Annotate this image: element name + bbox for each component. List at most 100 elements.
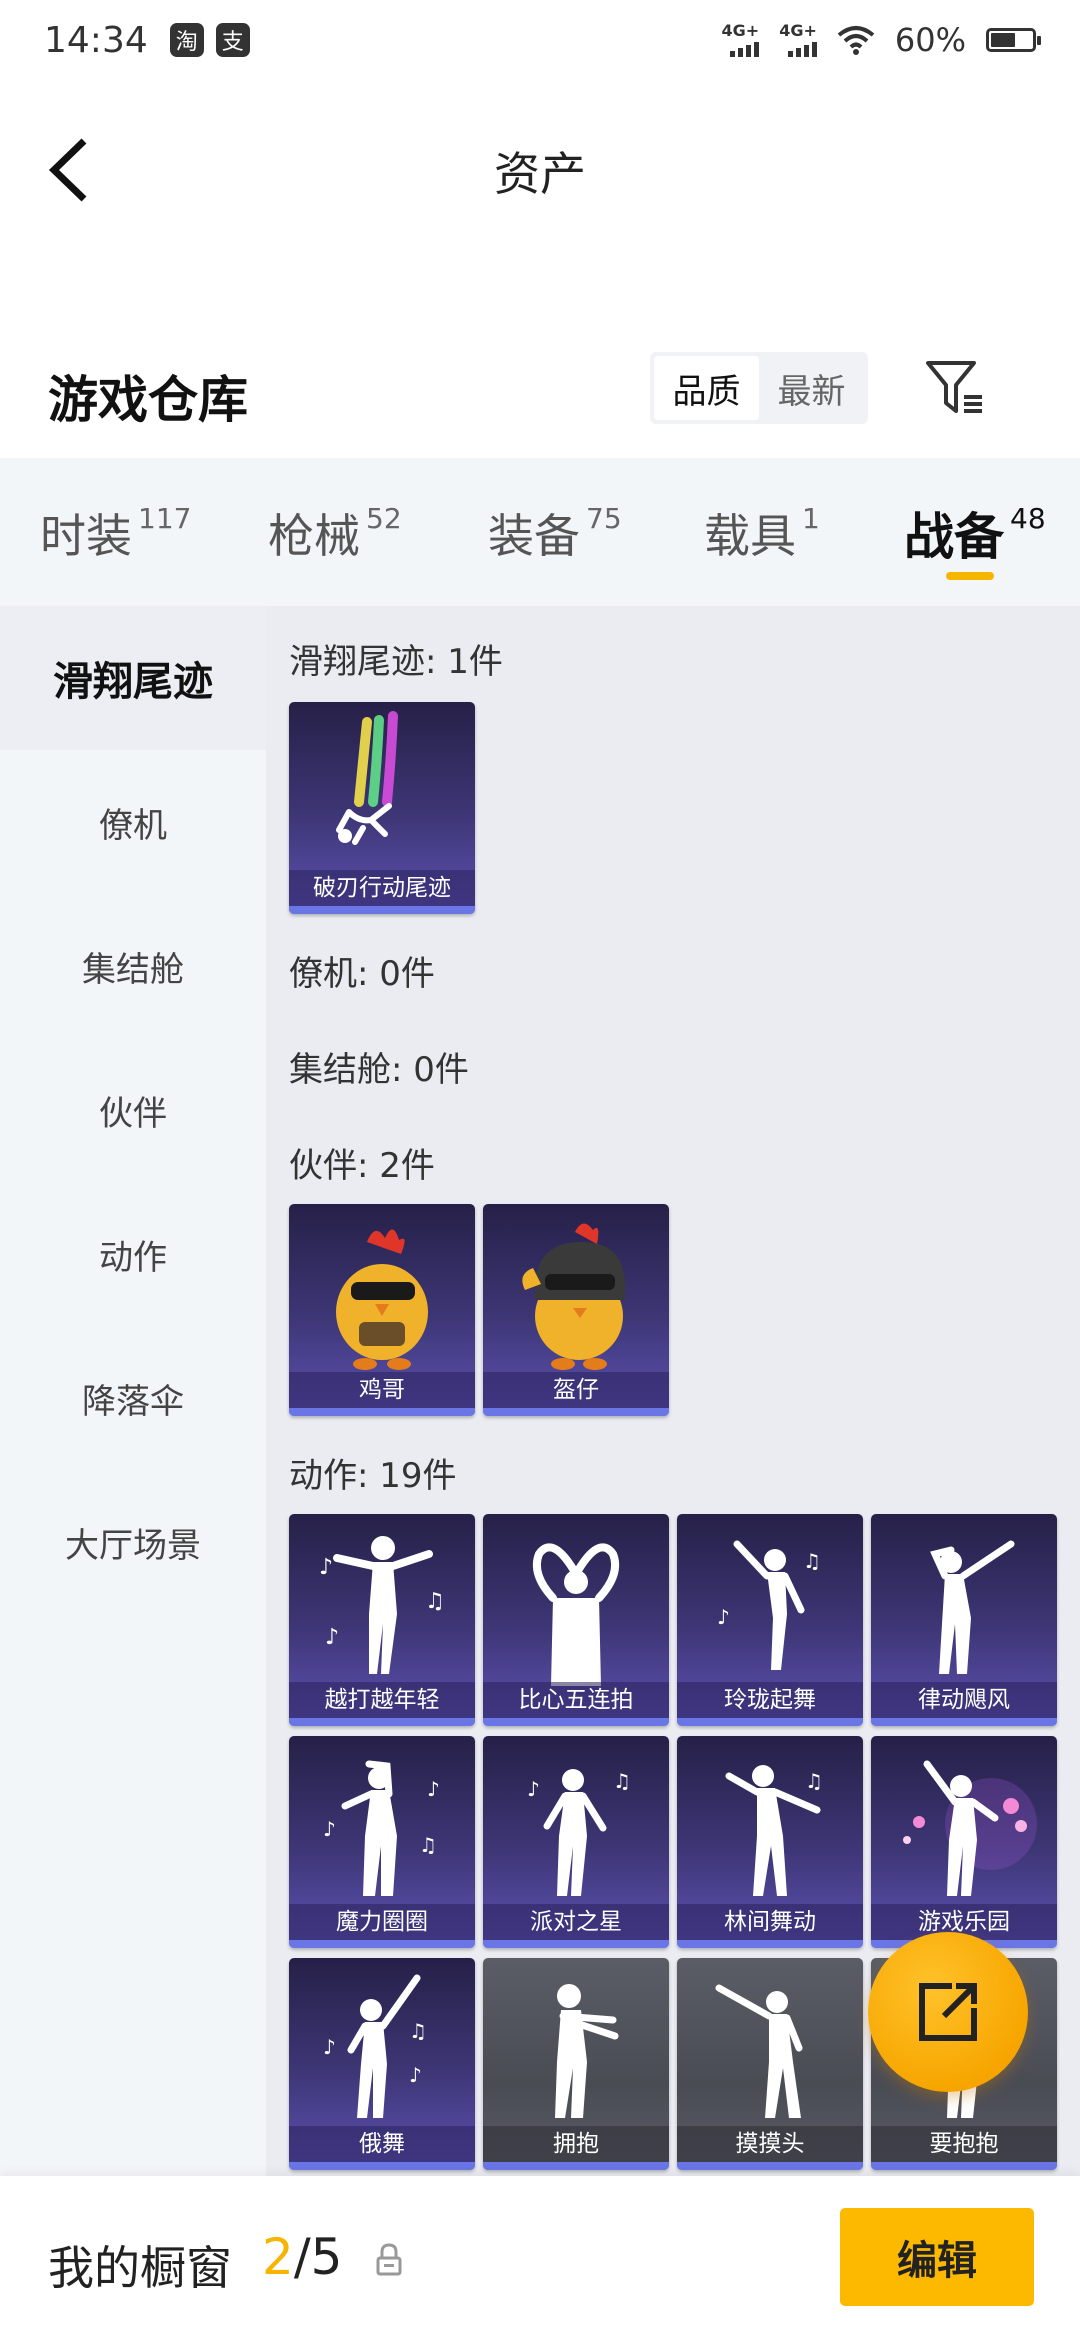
showcase-label: 我的橱窗 <box>48 2241 232 2295</box>
item-label: 林间舞动 <box>677 1904 863 1940</box>
sidebar-item-emote[interactable]: 动作 <box>0 1182 266 1326</box>
svg-text:♪: ♪ <box>323 2035 336 2059</box>
svg-text:♫: ♫ <box>803 1549 821 1573</box>
svg-text:♪: ♪ <box>717 1605 730 1629</box>
share-icon <box>919 1983 977 2041</box>
pat-head-figure <box>715 1984 803 2118</box>
section-title-emote: 动作: 19件 <box>289 1456 457 1496</box>
sidebar: 滑翔尾迹 僚机 集结舱 伙伴 动作 降落伞 大厅场景 <box>0 606 266 2176</box>
item-card[interactable]: ♪ ♫ ♪ 俄舞 <box>289 1958 475 2170</box>
svg-text:♪: ♪ <box>325 1625 339 1650</box>
item-label: 越打越年轻 <box>289 1682 475 1718</box>
sidebar-item-assembly-pod[interactable]: 集结舱 <box>0 894 266 1038</box>
dancer-figure <box>903 1760 1037 1896</box>
edit-button[interactable]: 编辑 <box>840 2208 1034 2306</box>
item-card[interactable]: ♪ ♫ ♪ 魔力圈圈 <box>289 1736 475 1948</box>
filter-icon <box>926 361 982 413</box>
dancer-figure: ♪ ♫ ♪ <box>319 1536 445 1674</box>
section-title-assembly-pod: 集结舱: 0件 <box>289 1050 469 1090</box>
tab-equipment[interactable]: 装备 75 <box>488 500 622 566</box>
svg-text:♪: ♪ <box>527 1777 540 1801</box>
sort-toggle: 品质 最新 <box>650 352 868 424</box>
item-card[interactable]: 破刃行动尾迹 <box>289 702 475 914</box>
lock-icon <box>376 2243 402 2276</box>
dancer-figure <box>930 1540 1015 1674</box>
svg-text:♪: ♪ <box>427 1777 440 1801</box>
alipay-icon: 支 <box>215 23 250 57</box>
item-card[interactable]: ♫ 林间舞动 <box>677 1736 863 1948</box>
item-label: 拥抱 <box>483 2126 669 2162</box>
item-card[interactable]: 鸡哥 <box>289 1204 475 1416</box>
item-card[interactable]: 盔仔 <box>483 1204 669 1416</box>
item-label: 俄舞 <box>289 2126 475 2162</box>
sidebar-item-wingman[interactable]: 僚机 <box>0 750 266 894</box>
taobao-icon: 淘 <box>169 23 204 57</box>
battery-icon <box>986 28 1041 52</box>
sort-quality-option[interactable]: 品质 <box>654 356 759 420</box>
tab-vehicles[interactable]: 载具 1 <box>704 500 820 566</box>
svg-text:♫: ♫ <box>425 1589 445 1614</box>
dancer-figure: ♪ ♫ <box>527 1769 631 1896</box>
item-label: 比心五连拍 <box>483 1682 669 1718</box>
category-tabs: 时装 117 枪械 52 装备 75 载具 1 战备 48 <box>0 458 1080 606</box>
chevron-left-icon <box>48 138 87 202</box>
signal-icon: 4G+ <box>722 23 760 57</box>
back-button[interactable] <box>40 130 100 210</box>
dancer-figure: ♪ ♫ ♪ <box>323 1760 440 1896</box>
sort-newest-option[interactable]: 最新 <box>759 356 864 420</box>
status-bar: 14:34 淘 支 4G+ 4G+ 60% <box>0 0 1080 80</box>
section-title-wingman: 僚机: 0件 <box>289 954 435 994</box>
wifi-icon <box>837 26 875 55</box>
filter-button[interactable] <box>920 352 990 424</box>
svg-text:♫: ♫ <box>805 1769 823 1793</box>
dancer-figure: ♪ ♫ ♪ <box>323 1974 427 2118</box>
item-card[interactable]: 摸摸头 <box>677 1958 863 2170</box>
active-tab-indicator <box>946 572 994 580</box>
item-label: 魔力圈圈 <box>289 1904 475 1940</box>
tab-guns[interactable]: 枪械 52 <box>268 500 402 566</box>
item-card[interactable]: 游戏乐园 <box>871 1736 1057 1948</box>
hug-pose-figure <box>555 1984 619 2118</box>
sidebar-item-lobby-scene[interactable]: 大厅场景 <box>0 1470 266 1614</box>
dancer-figure: ♫ ♪ <box>717 1540 821 1670</box>
share-button[interactable] <box>868 1932 1028 2092</box>
item-card[interactable]: 律动飓风 <box>871 1514 1057 1726</box>
item-label: 律动飓风 <box>871 1682 1057 1718</box>
tab-battle-gear[interactable]: 战备 48 <box>904 500 1046 569</box>
showcase-count: 2/5 <box>262 2228 342 2286</box>
item-card[interactable]: ♫ ♪ 玲珑起舞 <box>677 1514 863 1726</box>
item-label: 派对之星 <box>483 1904 669 1940</box>
svg-text:♪: ♪ <box>323 1817 336 1841</box>
section-title-companion: 伙伴: 2件 <box>289 1146 435 1186</box>
item-card[interactable]: 比心五连拍 <box>483 1514 669 1726</box>
chicken-companion-figure <box>336 1229 428 1370</box>
bottom-bar: 我的橱窗 2/5 编辑 <box>0 2176 1080 2340</box>
helmet-chick-companion-figure <box>522 1223 625 1370</box>
svg-text:♪: ♪ <box>409 2063 422 2087</box>
item-card[interactable]: 拥抱 <box>483 1958 669 2170</box>
dancer-figure: ♫ <box>725 1765 823 1896</box>
item-card[interactable]: ♪ ♫ 派对之星 <box>483 1736 669 1948</box>
page-title: 资产 <box>494 147 586 201</box>
warehouse-title: 游戏仓库 <box>48 371 248 429</box>
glide-trail-figure <box>336 711 398 845</box>
section-title-glide-trail: 滑翔尾迹: 1件 <box>289 642 503 682</box>
item-label: 摸摸头 <box>677 2126 863 2162</box>
heart-pose-figure <box>532 1543 620 1686</box>
showcase-current: 2 <box>262 2228 294 2286</box>
tab-fashion[interactable]: 时装 117 <box>40 500 191 566</box>
item-label: 玲珑起舞 <box>677 1682 863 1718</box>
signal-icon: 4G+ <box>779 23 817 57</box>
status-time: 14:34 <box>44 19 148 61</box>
item-label: 要抱抱 <box>871 2126 1057 2162</box>
sidebar-item-companion[interactable]: 伙伴 <box>0 1038 266 1182</box>
svg-text:♫: ♫ <box>409 2019 427 2043</box>
svg-text:♪: ♪ <box>319 1555 333 1580</box>
showcase-total: 5 <box>310 2228 343 2286</box>
item-label: 破刃行动尾迹 <box>289 870 475 906</box>
battery-percent: 60% <box>894 21 966 59</box>
showcase-separator: / <box>293 2228 311 2286</box>
sidebar-item-glide-trail[interactable]: 滑翔尾迹 <box>0 606 266 750</box>
item-card[interactable]: ♪ ♫ ♪ 越打越年轻 <box>289 1514 475 1726</box>
sidebar-item-parachute[interactable]: 降落伞 <box>0 1326 266 1470</box>
